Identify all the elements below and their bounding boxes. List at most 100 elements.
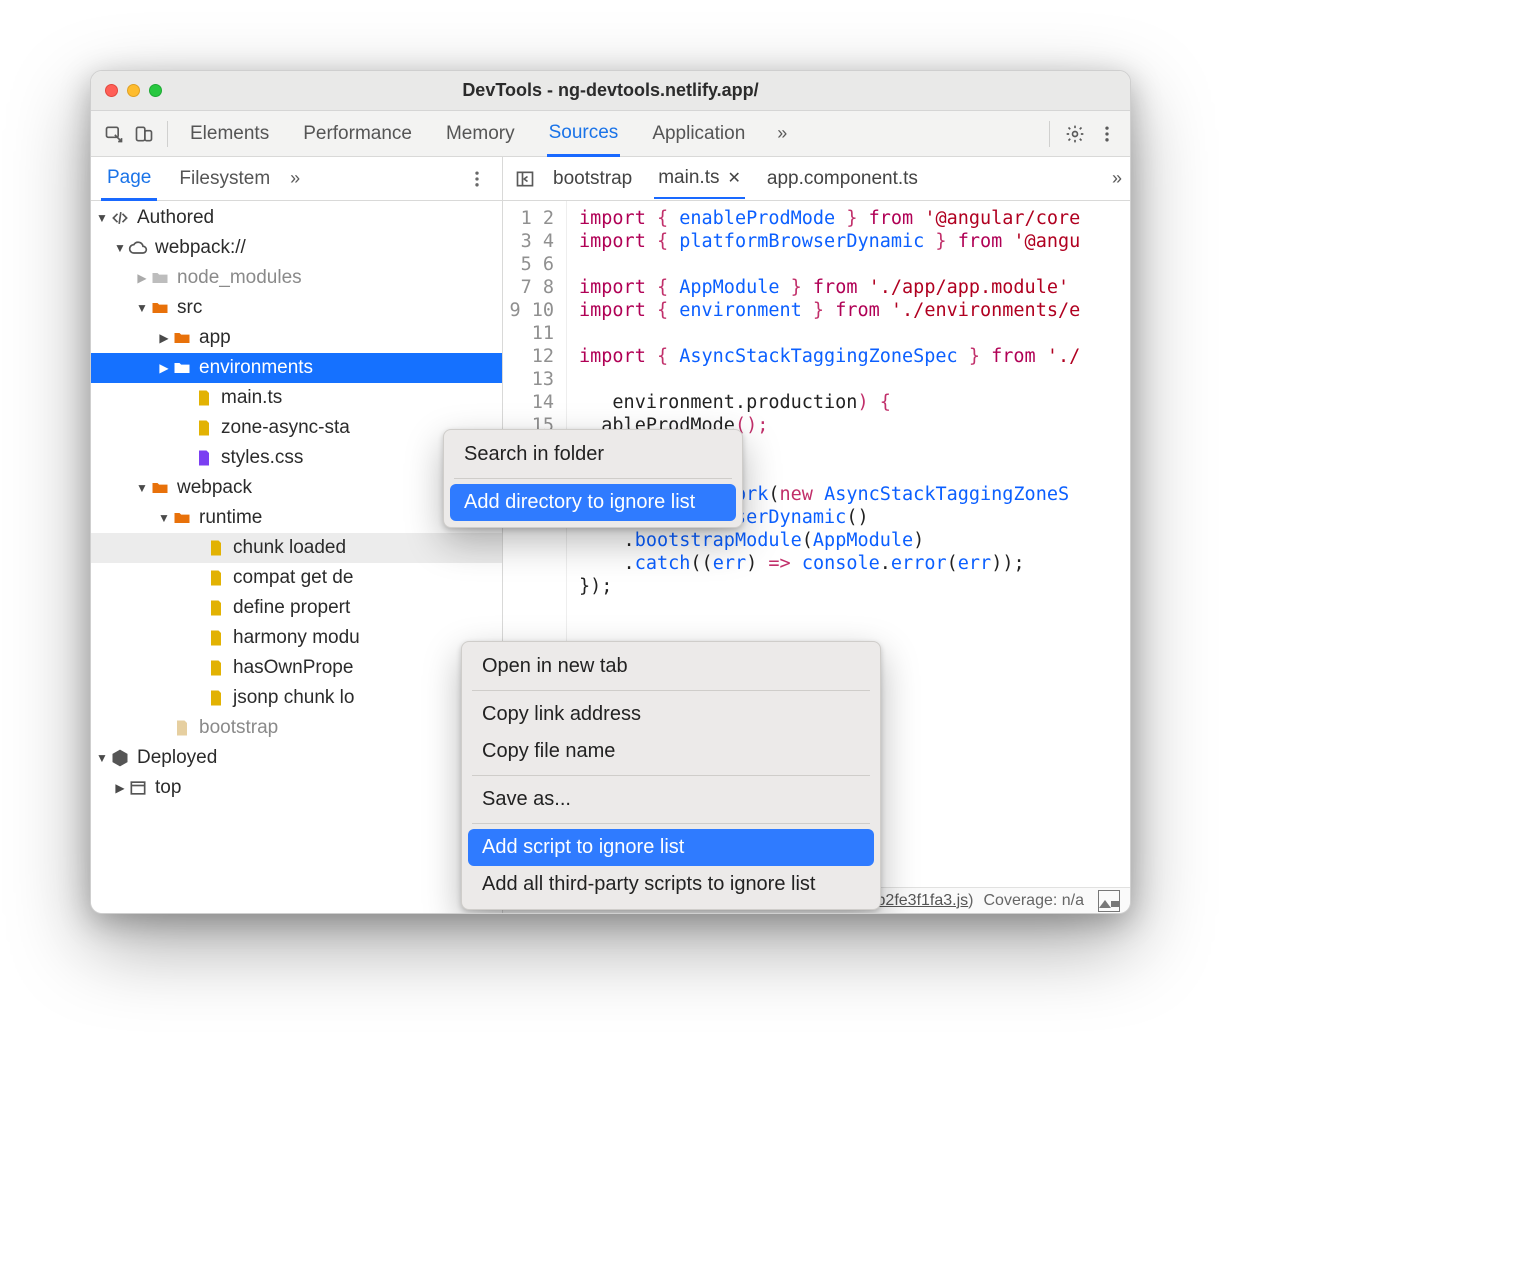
file-icon	[193, 448, 215, 468]
file-tab-bootstrap[interactable]: bootstrap	[549, 160, 636, 198]
file-icon	[205, 538, 227, 558]
tree-file-runtime[interactable]: compat get de	[91, 563, 502, 593]
tree-file-zone-async[interactable]: zone-async-sta	[91, 413, 502, 443]
file-tab-app-component[interactable]: app.component.ts	[763, 160, 922, 198]
menu-item[interactable]: Save as...	[468, 781, 874, 818]
tree-label: top	[155, 777, 181, 799]
device-toolbar-icon[interactable]	[129, 119, 159, 149]
tree-app[interactable]: ▶ app	[91, 323, 502, 353]
menu-item[interactable]: Copy link address	[468, 696, 874, 733]
close-tab-icon[interactable]: ✕	[727, 168, 740, 188]
tree-file-styles[interactable]: styles.css	[91, 443, 502, 473]
file-tab-main-ts[interactable]: main.ts ✕	[654, 159, 745, 199]
tab-sources[interactable]: Sources	[547, 112, 621, 157]
tree-label: webpack://	[155, 237, 246, 259]
file-icon	[205, 628, 227, 648]
navigator-tree[interactable]: ▼ Authored ▼ webpack:// ▶ node_modules ▼	[91, 201, 503, 913]
settings-gear-icon[interactable]	[1060, 119, 1090, 149]
tree-label: Authored	[137, 207, 214, 229]
context-menu-folder: Search in folder Add directory to ignore…	[443, 429, 743, 528]
tree-node-modules[interactable]: ▶ node_modules	[91, 263, 502, 293]
navigator-tab-page[interactable]: Page	[101, 158, 157, 201]
tab-memory[interactable]: Memory	[444, 113, 517, 155]
file-icon	[205, 658, 227, 678]
tree-label: app	[199, 327, 231, 349]
tree-authored[interactable]: ▼ Authored	[91, 203, 502, 233]
window-minimize-button[interactable]	[127, 84, 140, 97]
kebab-menu-icon[interactable]	[1092, 119, 1122, 149]
tree-runtime[interactable]: ▼ runtime	[91, 503, 502, 533]
panel-tabs: Elements Performance Memory Sources Appl…	[188, 112, 1041, 156]
tree-label: src	[177, 297, 202, 319]
frame-icon	[127, 778, 149, 798]
tree-label: runtime	[199, 507, 262, 529]
menu-item[interactable]: Open in new tab	[468, 648, 874, 685]
navigator-tabs-overflow-icon[interactable]: »	[290, 168, 300, 189]
file-tabs-overflow-icon[interactable]: »	[1112, 168, 1122, 189]
separator	[1049, 121, 1050, 147]
cloud-icon	[127, 238, 149, 258]
folder-icon	[149, 478, 171, 498]
editor-tabbar: bootstrap main.ts ✕ app.component.ts »	[503, 157, 1130, 200]
window-titlebar: DevTools - ng-devtools.netlify.app/	[91, 71, 1130, 111]
file-icon	[205, 568, 227, 588]
menu-separator	[472, 823, 870, 824]
tab-application[interactable]: Application	[650, 113, 747, 155]
tree-label: environments	[199, 357, 313, 379]
tree-webpack-folder[interactable]: ▼ webpack	[91, 473, 502, 503]
tree-environments[interactable]: ▶ environments	[91, 353, 502, 383]
tree-file-runtime[interactable]: jsonp chunk lo	[91, 683, 502, 713]
tree-label: styles.css	[221, 447, 303, 469]
menu-item[interactable]: Copy file name	[468, 733, 874, 770]
tab-performance[interactable]: Performance	[301, 113, 414, 155]
devtools-window: DevTools - ng-devtools.netlify.app/ Elem…	[90, 70, 1131, 914]
file-icon	[193, 388, 215, 408]
tree-src[interactable]: ▼ src	[91, 293, 502, 323]
menu-separator	[472, 690, 870, 691]
cube-icon	[109, 748, 131, 768]
tree-label: harmony modu	[233, 627, 360, 649]
traffic-lights	[105, 84, 162, 97]
menu-item-add-directory-ignore[interactable]: Add directory to ignore list	[450, 484, 736, 521]
menu-item-search-in-folder[interactable]: Search in folder	[450, 436, 736, 473]
menu-item[interactable]: Add all third-party scripts to ignore li…	[468, 866, 874, 903]
tree-label: main.ts	[221, 387, 282, 409]
tree-label: define propert	[233, 597, 350, 619]
status-coverage: Coverage: n/a	[983, 892, 1084, 910]
navigator-tab-filesystem[interactable]: Filesystem	[173, 159, 276, 199]
tree-label: hasOwnPrope	[233, 657, 353, 679]
tree-file-runtime[interactable]: chunk loaded	[91, 533, 502, 563]
file-tab-label: main.ts	[658, 167, 719, 189]
devtools-tabbar: Elements Performance Memory Sources Appl…	[91, 111, 1130, 157]
folder-icon	[171, 508, 193, 528]
menu-item[interactable]: Add script to ignore list	[468, 829, 874, 866]
navigator-kebab-icon[interactable]	[462, 164, 492, 194]
tree-file-runtime[interactable]: define propert	[91, 593, 502, 623]
folder-icon	[171, 328, 193, 348]
window-close-button[interactable]	[105, 84, 118, 97]
tree-file-runtime[interactable]: hasOwnPrope	[91, 653, 502, 683]
coverage-toggle-icon[interactable]	[1098, 890, 1120, 912]
tree-webpack-scheme[interactable]: ▼ webpack://	[91, 233, 502, 263]
tree-label: Deployed	[137, 747, 217, 769]
folder-icon	[149, 268, 171, 288]
inspect-element-icon[interactable]	[99, 119, 129, 149]
tree-file-runtime[interactable]: harmony modu	[91, 623, 502, 653]
file-tab-label: app.component.ts	[767, 168, 918, 190]
folder-icon	[171, 358, 193, 378]
tab-elements[interactable]: Elements	[188, 113, 271, 155]
window-title: DevTools - ng-devtools.netlify.app/	[105, 80, 1116, 101]
tree-file-bootstrap[interactable]: bootstrap	[91, 713, 502, 743]
tree-label: zone-async-sta	[221, 417, 350, 439]
folder-icon	[149, 298, 171, 318]
tree-file-main-ts[interactable]: main.ts	[91, 383, 502, 413]
tree-top[interactable]: ▶ top	[91, 773, 502, 803]
menu-separator	[454, 478, 732, 479]
tree-label: bootstrap	[199, 717, 278, 739]
tabs-overflow-icon[interactable]: »	[777, 123, 787, 144]
show-navigator-icon[interactable]	[511, 165, 539, 193]
window-zoom-button[interactable]	[149, 84, 162, 97]
tree-deployed[interactable]: ▼ Deployed	[91, 743, 502, 773]
file-tab-label: bootstrap	[553, 168, 632, 190]
context-menu-file: Open in new tab Copy link addressCopy fil…	[461, 641, 881, 910]
